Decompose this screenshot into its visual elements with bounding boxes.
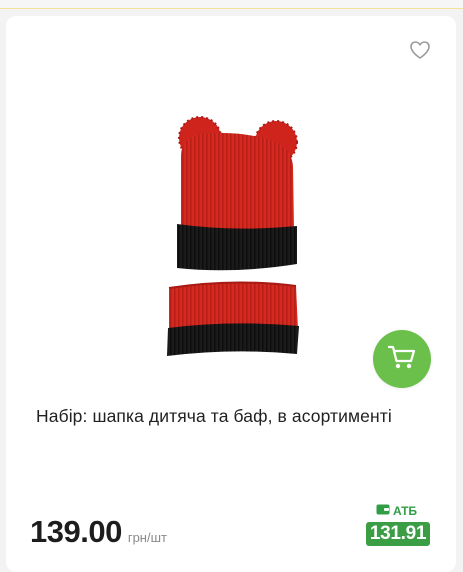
card-price-label-text: АТБ [393,504,418,518]
wallet-card-icon [376,504,390,518]
product-image[interactable] [154,116,310,356]
price-unit: грн/шт [127,530,167,545]
product-title[interactable]: Набір: шапка дитяча та баф, в асортимент… [36,406,436,427]
price-value: 139.00 [30,514,122,549]
top-strip [0,0,463,9]
shopping-cart-icon [387,343,417,376]
card-price-badge: 131.91 [366,522,430,546]
card-price-label: АТБ [376,504,417,518]
product-card[interactable]: Набір: шапка дитяча та баф, в асортимент… [6,16,456,572]
add-to-cart-button[interactable] [373,330,431,388]
regular-price: 139.00 грн/шт [30,514,167,550]
heart-outline-icon[interactable] [408,38,432,62]
